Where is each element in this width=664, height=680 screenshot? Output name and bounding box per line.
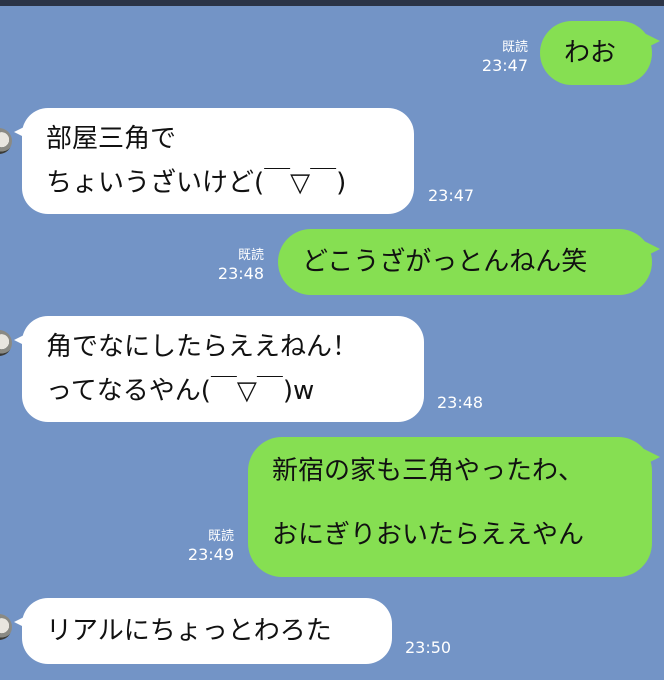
avatar[interactable] <box>0 330 12 356</box>
read-receipt: 既読 <box>237 248 264 263</box>
message-time: 23:48 <box>217 264 264 283</box>
avatar[interactable] <box>0 128 12 154</box>
message-text-line: ちょいうざいけど(￣▽￣) <box>46 168 347 198</box>
outgoing-message-bubble[interactable]: わお <box>540 21 660 85</box>
message-text: どこうざがっとんねん笑 <box>302 247 588 277</box>
read-receipt: 既読 <box>501 40 528 55</box>
message-text: わお <box>564 38 617 68</box>
message-text-line: 部屋三角で <box>46 124 177 154</box>
message-meta: 既読 23:49 <box>176 529 234 565</box>
message-time: 23:47 <box>481 56 528 75</box>
message-meta: 既読 23:47 <box>470 40 528 76</box>
message-text-line: 新宿の家も三角やったわ、 <box>272 456 585 486</box>
message-text-line: 角でなにしたらええねん！ <box>46 332 359 362</box>
message-text-line: おにぎりおいたらええやん <box>272 520 585 550</box>
outgoing-message-bubble[interactable]: 新宿の家も三角やったわ、 おにぎりおいたらええやん <box>248 437 660 577</box>
chat-area[interactable]: 既読 23:47 わお 部屋三角で ちょいうざいけど(￣▽￣) 23:47 既読… <box>0 0 664 680</box>
message-meta: 既読 23:48 <box>206 248 264 284</box>
message-time: 23:47 <box>428 186 475 205</box>
incoming-message-bubble[interactable]: リアルにちょっとわろた <box>14 598 392 664</box>
incoming-message-bubble[interactable]: 角でなにしたらええねん！ ってなるやん(￣▽￣)w <box>14 316 424 422</box>
message-text: リアルにちょっとわろた <box>46 616 332 646</box>
avatar[interactable] <box>0 614 12 640</box>
outgoing-message-bubble[interactable]: どこうざがっとんねん笑 <box>278 229 660 295</box>
message-time: 23:50 <box>405 638 452 657</box>
message-text-line: ってなるやん(￣▽￣)w <box>46 376 315 406</box>
incoming-message-bubble[interactable]: 部屋三角で ちょいうざいけど(￣▽￣) <box>14 108 414 214</box>
read-receipt: 既読 <box>207 529 234 544</box>
message-time: 23:48 <box>437 393 484 412</box>
message-time: 23:49 <box>187 545 234 564</box>
